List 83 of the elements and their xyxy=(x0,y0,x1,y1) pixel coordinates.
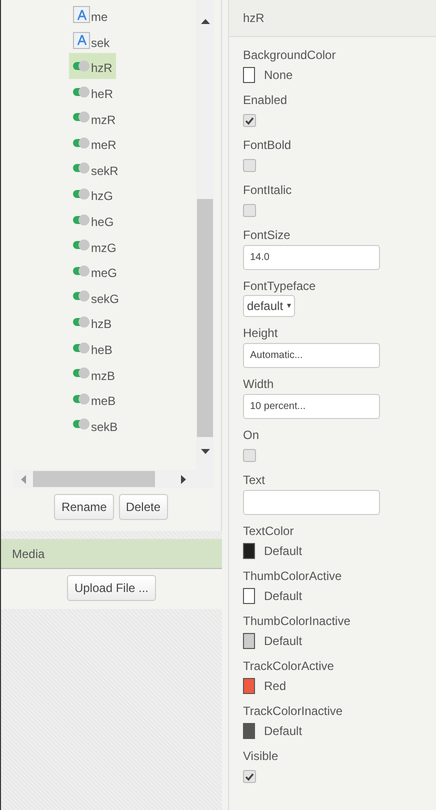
switch-icon xyxy=(73,290,90,302)
component-item[interactable]: sekR xyxy=(69,156,122,182)
label-icon xyxy=(73,32,90,49)
scroll-right-icon[interactable] xyxy=(181,474,186,484)
color-swatch[interactable] xyxy=(243,67,255,83)
property-label: ThumbColorActive xyxy=(243,568,342,584)
component-item[interactable]: mzB xyxy=(69,360,119,386)
component-item[interactable]: sek xyxy=(69,28,114,54)
component-item[interactable]: hzG xyxy=(69,181,118,207)
color-swatch[interactable] xyxy=(243,543,255,559)
label-icon xyxy=(73,6,90,24)
switch-icon xyxy=(73,188,90,200)
component-item[interactable]: meB xyxy=(69,386,120,412)
property-label: FontBold xyxy=(243,137,292,153)
switch-icon xyxy=(73,60,90,72)
typeface-dropdown[interactable]: default ▾ xyxy=(243,295,296,317)
component-item[interactable]: heG xyxy=(69,206,118,232)
color-swatch[interactable] xyxy=(243,633,255,649)
text-field[interactable]: 14.0 xyxy=(243,245,380,270)
switch-icon xyxy=(73,239,90,252)
checkbox[interactable] xyxy=(243,114,256,127)
switch-icon xyxy=(73,342,90,354)
property-label: On xyxy=(243,427,260,443)
checkbox[interactable] xyxy=(243,204,256,217)
checkbox[interactable] xyxy=(243,770,256,783)
checkbox[interactable] xyxy=(243,449,256,462)
scroll-thumb[interactable] xyxy=(197,199,213,437)
component-item[interactable]: heR xyxy=(69,78,118,104)
properties-header: hzR xyxy=(229,0,436,37)
component-item[interactable]: meR xyxy=(69,130,120,156)
switch-icon xyxy=(73,264,90,277)
component-button[interactable]: Rename xyxy=(54,494,114,520)
switch-icon xyxy=(73,392,90,405)
text-field[interactable]: Automatic... xyxy=(243,343,380,368)
checkbox[interactable] xyxy=(243,159,256,172)
switch-icon xyxy=(73,214,90,226)
component-item[interactable]: meG xyxy=(69,258,122,284)
component-item[interactable]: mzG xyxy=(69,232,120,258)
color-value: Default xyxy=(264,588,302,605)
property-label: ThumbColorInactive xyxy=(243,613,350,629)
scroll-up-icon[interactable] xyxy=(200,19,210,24)
upload-button[interactable]: Upload File ... xyxy=(67,575,156,601)
component-item[interactable]: heB xyxy=(69,334,116,360)
color-swatch[interactable] xyxy=(243,723,255,739)
color-value: None xyxy=(264,67,293,84)
property-label: FontItalic xyxy=(243,182,292,198)
property-label: FontTypeface xyxy=(243,278,316,294)
property-label: Height xyxy=(243,325,278,341)
switch-icon xyxy=(73,367,90,380)
component-item[interactable]: sekB xyxy=(69,412,122,438)
color-swatch[interactable] xyxy=(243,588,255,604)
switch-icon xyxy=(73,418,90,430)
component-item[interactable]: me xyxy=(69,2,112,28)
component-item[interactable]: hzB xyxy=(69,309,116,335)
media-header: Media xyxy=(1,539,222,569)
switch-icon xyxy=(73,86,90,98)
switch-icon xyxy=(73,316,90,328)
component-item[interactable]: mzR xyxy=(69,104,120,130)
component-item[interactable]: hzR xyxy=(69,53,116,79)
color-value: Default xyxy=(264,543,302,560)
switch-icon xyxy=(73,136,90,149)
property-label: TextColor xyxy=(243,523,294,539)
component-button[interactable]: Delete xyxy=(118,494,168,520)
scroll-left-icon[interactable] xyxy=(21,474,26,484)
text-field[interactable]: 10 percent... xyxy=(243,394,380,419)
property-label: Text xyxy=(243,472,266,488)
property-label: Width xyxy=(243,376,274,392)
color-swatch[interactable] xyxy=(243,678,255,694)
property-label: BackgroundColor xyxy=(243,47,336,63)
property-label: FontSize xyxy=(243,227,290,243)
switch-icon xyxy=(73,162,90,174)
property-label: TrackColorActive xyxy=(243,658,334,674)
scroll-thumb[interactable] xyxy=(33,471,155,487)
color-value: Default xyxy=(264,633,302,650)
color-value: Default xyxy=(264,723,302,740)
property-label: TrackColorInactive xyxy=(243,703,343,719)
property-label: Enabled xyxy=(243,92,288,108)
color-value: Red xyxy=(264,678,286,695)
text-field[interactable] xyxy=(243,490,380,515)
component-item[interactable]: sekG xyxy=(69,284,124,310)
switch-icon xyxy=(73,111,90,124)
property-label: Visible xyxy=(243,748,278,764)
scroll-down-icon[interactable] xyxy=(200,449,210,454)
